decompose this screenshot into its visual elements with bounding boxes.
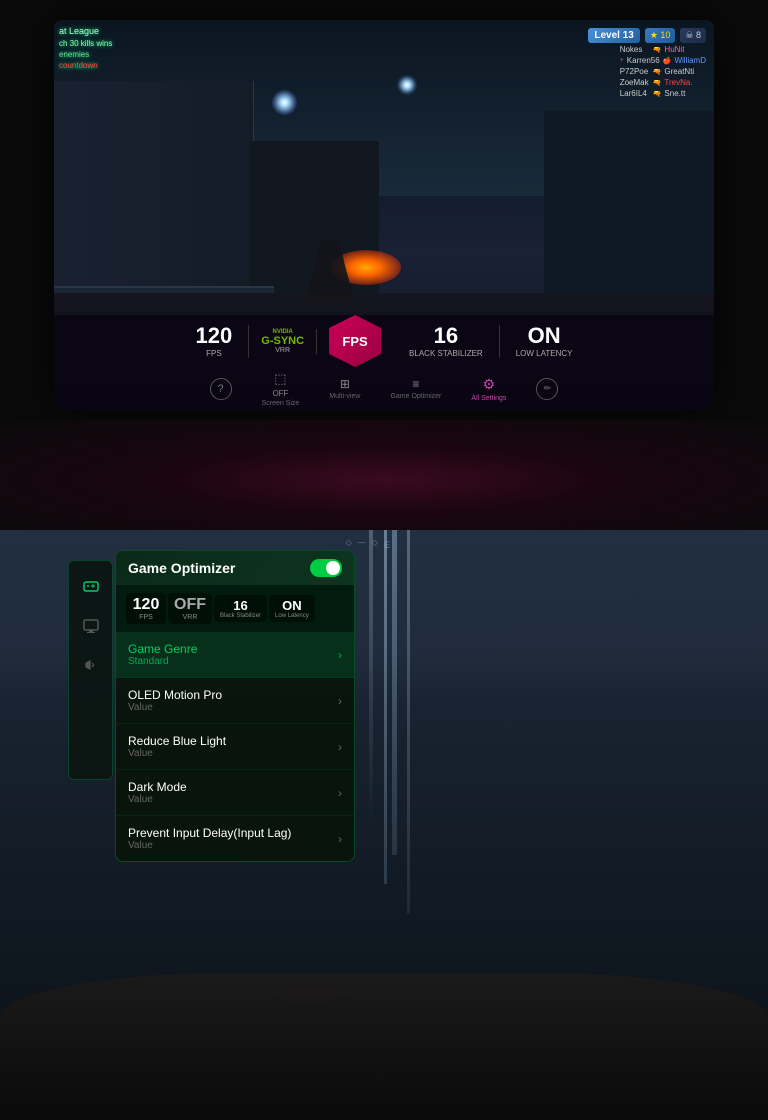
score-row: Nokes 🔫 HuNit [620,45,706,54]
dark-mode-text: Dark Mode Value [128,780,187,805]
panel-header: Game Optimizer [116,551,354,585]
oled-motion-text: OLED Motion Pro Value [128,688,222,713]
building-right [544,111,714,301]
controls-bar[interactable]: ? ⬚ OFF Screen Size ⊞ Multi-view ≡ [54,367,714,410]
reduce-blue-light-text: Reduce Blue Light Value [128,734,226,759]
edit-button[interactable]: ✏ [536,378,558,400]
screen-size-icon: ⬚ [274,371,286,387]
left-sidebar [68,560,113,780]
all-settings-control[interactable]: ⚙ All Settings [471,376,506,402]
game-genre-text: Game Genre Standard [128,642,197,667]
game-genre-chevron: › [338,648,342,662]
scene-nav-dots: ◇ — ◇ [346,538,378,547]
multi-view-label: Multi-view [329,393,360,400]
menu-item-reduce-blue-light[interactable]: Reduce Blue Light Value › [116,724,354,770]
panel-black-stat: 16 Black Stabilizer [214,595,267,622]
top-section: at League ch 30 kills wins enemies count… [0,0,768,430]
panel-vrr-stat: OFF VRR [168,593,212,624]
score-row: P72Poe 🔫 GreatNti [620,67,706,76]
all-settings-label: All Settings [471,395,506,402]
multi-view-icon: ⊞ [340,377,350,391]
sidebar-icon-display[interactable] [77,611,105,639]
star-badge: ★ 10 [645,28,676,43]
input-delay-chevron: › [338,832,342,846]
building-left [54,81,254,301]
hud-topleft: at League ch 30 kills wins enemies count… [59,25,112,71]
optimizer-panel: Game Optimizer 120 FPS OFF VRR 16 Black … [115,550,355,862]
toggle-knob [326,561,340,575]
menu-item-input-delay[interactable]: Prevent Input Delay(Input Lag) Value › [116,816,354,861]
game-optimizer-icon: ≡ [412,377,419,391]
screen-size-control[interactable]: ⬚ OFF Screen Size [262,371,300,407]
multi-view-control[interactable]: ⊞ Multi-view [329,377,360,400]
game-optimizer-control[interactable]: ≡ Game Optimizer [390,377,441,400]
sidebar-icon-speaker[interactable] [77,651,105,679]
screen-size-off-label: OFF [272,389,288,398]
panel-fps-stat: 120 FPS [126,593,166,624]
bottom-section: E ◇ — ◇ [0,530,768,1120]
oled-motion-chevron: › [338,694,342,708]
hud-topright: Level 13 ★ 10 ☠ 8 [588,28,706,43]
dark-mode-chevron: › [338,786,342,800]
hud-line-3: enemies [59,49,112,60]
fps-hexagon: FPS [329,315,381,367]
stats-bar: 120 FPS NVIDIA G-SYNC VRR FPS [54,315,714,367]
game-optimizer-label: Game Optimizer [390,393,441,400]
menu-item-dark-mode[interactable]: Dark Mode Value › [116,770,354,816]
skull-badge: ☠ 8 [680,28,706,43]
wf-ground [0,973,768,1120]
reduce-blue-light-chevron: › [338,740,342,754]
level-badge: Level 13 [588,28,639,43]
score-row: + Karren56 🍎 WilliamD [620,56,706,65]
hud-line-4: countdown [59,60,112,71]
toggle-switch[interactable] [310,559,342,577]
game-background: at League ch 30 kills wins enemies count… [54,20,714,410]
scoreboard: Nokes 🔫 HuNit + Karren56 🍎 WilliamD P72P… [620,45,706,100]
panel-latency-stat: ON Low Latency [269,595,315,622]
streetlight-1 [272,90,297,115]
fps-stat: 120 FPS [180,325,250,358]
score-row: ZoeMak 🔫 TrevNa. [620,78,706,87]
hud-line-1: at League [59,25,112,38]
streetlight-2 [397,75,417,95]
hud-line-2: ch 30 kills wins [59,38,112,49]
gsync-badge: NVIDIA G-SYNC VRR [249,329,317,354]
sidebar-icon-game[interactable] [77,571,105,599]
input-delay-text: Prevent Input Delay(Input Lag) Value [128,826,291,851]
panel-title: Game Optimizer [128,560,235,576]
screen-size-label: Screen Size [262,400,300,407]
middle-transition [0,420,768,540]
help-button[interactable]: ? [210,378,232,400]
menu-item-oled-motion[interactable]: OLED Motion Pro Value › [116,678,354,724]
black-stabilizer-stat: 16 Black Stabilizer [393,325,500,358]
scene-hud-e: E [384,540,390,550]
game-screen: at League ch 30 kills wins enemies count… [54,20,714,410]
fps-center: FPS [317,315,393,367]
score-row: Lar6IL4 🔫 Sne.tt [620,89,706,98]
panel-stats: 120 FPS OFF VRR 16 Black Stabilizer ON L… [116,585,354,632]
menu-item-game-genre[interactable]: Game Genre Standard › [116,632,354,678]
rock-platform [269,982,349,1002]
low-latency-stat: ON Low Latency [500,325,589,358]
all-settings-icon: ⚙ [483,376,496,393]
bottom-hud: 120 FPS NVIDIA G-SYNC VRR FPS [54,315,714,410]
